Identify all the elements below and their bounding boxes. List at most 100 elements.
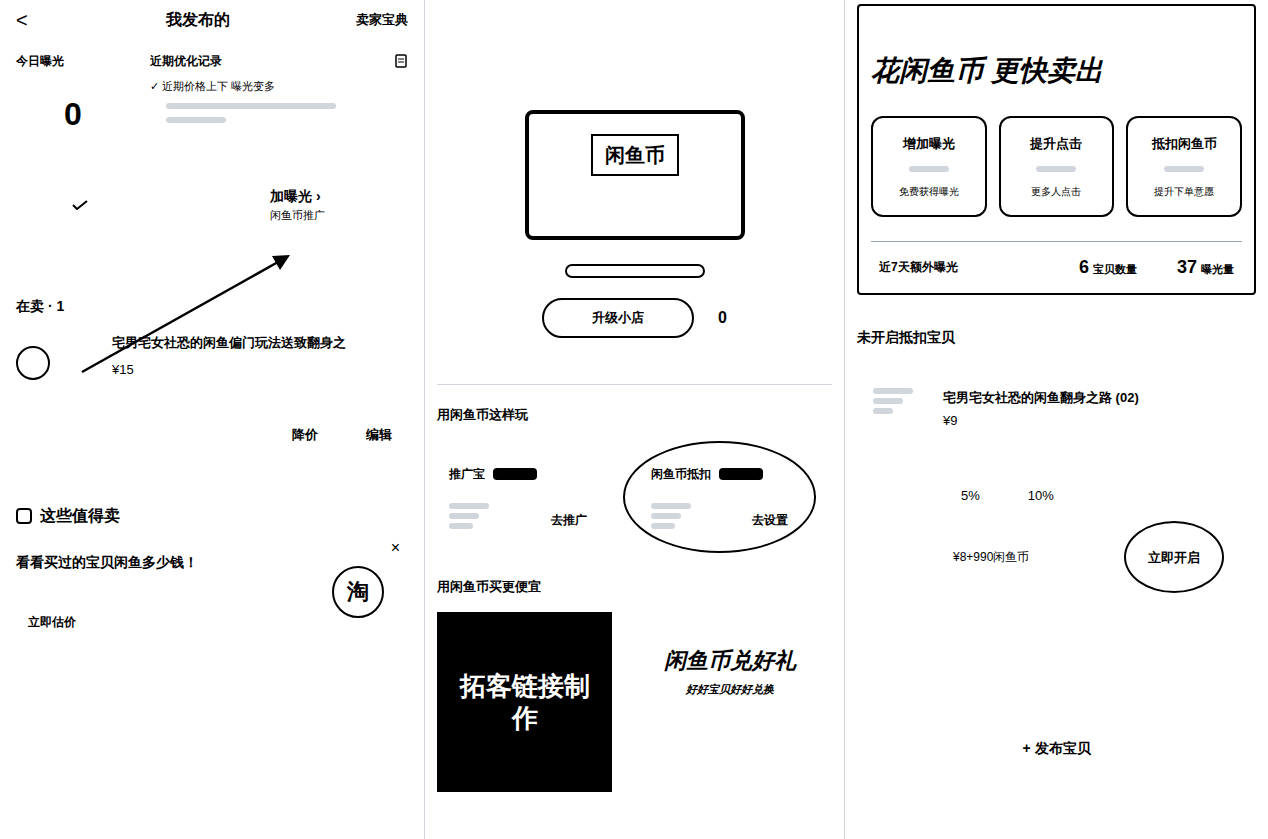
highlight-circle [1124,521,1224,593]
annotation-arrow-icon [0,0,425,839]
placeholder-line [909,166,949,172]
banner-title: 闲鱼币兑好礼 [664,644,796,677]
boost-title[interactable]: 加曝光 › [270,186,325,207]
stat-value: 37 [1177,254,1197,281]
item-title: 宅男宅女社恐的闲鱼翻身之路 (02) [943,388,1139,408]
feature-card[interactable]: 推广宝去推广 [437,465,599,529]
card-tag [493,468,537,480]
placeholder-line [1164,166,1204,172]
banner-subtitle: 好好宝贝好好兑换 [686,681,774,698]
feature-card[interactable]: 闲鱼币抵扣去设置 [639,465,801,529]
rate-option[interactable]: 5% [953,486,988,506]
middle-panel: 闲鱼币升级小店0用闲鱼币这样玩推广宝去推广闲鱼币抵扣去设置用闲鱼币买更便宜拓客链… [425,0,845,839]
publish-button[interactable]: + 发布宝贝 [1022,738,1090,759]
records-title[interactable]: 近期优化记录 [150,52,222,70]
card-lines [651,503,691,529]
benefit-cards: 增加曝光免费获得曝光提升点击更多人点击抵扣闲鱼币提升下单意愿 [871,116,1242,217]
placeholder-line [651,503,691,509]
item-action-button[interactable]: 降价 [292,425,318,445]
card-tag [719,468,763,480]
rate-options: 5% 10% [857,486,1256,506]
placeholder-line [449,513,479,519]
benefit-card: 抵扣闲鱼币提升下单意愿 [1126,116,1242,217]
banners: 拓客链接制作闲鱼币兑好礼好好宝贝好好兑换 [437,612,832,792]
benefit-title: 抵扣闲鱼币 [1152,134,1217,154]
benefit-card: 提升点击更多人点击 [999,116,1115,217]
shop-sign: 闲鱼币 [591,134,679,176]
banner-title: 拓客链接制作 [449,670,600,735]
item-title[interactable]: 宅男宅女社恐的闲鱼偏门玩法送致翻身之 [112,333,346,353]
placeholder-line [1036,166,1076,172]
benefit-box: 花闲鱼币 更快卖出增加曝光免费获得曝光提升点击更多人点击抵扣闲鱼币提升下单意愿近… [857,4,1256,295]
item-action-button[interactable]: 编辑 [366,425,392,445]
card-body: 去推广 [449,503,587,529]
item-actions: 降价 编辑 [16,425,408,445]
placeholder-line [651,513,681,519]
records-note: ✓ 近期价格上下 曝光变多 [150,78,408,95]
card-title: 闲鱼币抵扣 [651,465,711,483]
records: 近期优化记录 ✓ 近期价格上下 曝光变多 [150,52,408,138]
right-panel: 花闲鱼币 更快卖出增加曝光免费获得曝光提升点击更多人点击抵扣闲鱼币提升下单意愿近… [845,0,1268,839]
card-action-button[interactable]: 去推广 [551,511,587,529]
coin-count: 0 [718,306,727,330]
document-icon [394,54,408,68]
placeholder-line [166,103,336,109]
records-header: 近期优化记录 [150,52,408,70]
header: < 我发布的 卖家宝典 [16,0,408,40]
card-action-button[interactable]: 去设置 [752,511,788,529]
deduct-item[interactable]: 宅男宅女社恐的闲鱼翻身之路 (02) ¥9 [857,388,1256,438]
stat-value: 6 [1079,254,1089,281]
shop-building: 闲鱼币 [525,110,745,240]
card-title: 推广宝 [449,465,485,483]
card-body: 去设置 [651,503,789,529]
stat-unit: 宝贝数量 [1093,261,1137,278]
stats-label: 近7天额外曝光 [879,258,958,276]
stat: 6宝贝数量 [1079,254,1137,281]
card-header: 闲鱼币抵扣 [651,465,789,483]
stats-row: 今日曝光0近期优化记录✓ 近期价格上下 曝光变多 [16,52,408,138]
stat-unit: 曝光量 [1201,261,1234,278]
item-price: ¥15 [112,360,346,380]
placeholder-line [166,117,226,123]
benefit-desc: 更多人点击 [1031,184,1081,199]
buy-title: 用闲鱼币买更便宜 [437,577,832,597]
item-thumbnail [857,388,927,438]
taobao-logo: 淘 [332,566,384,618]
boost-subtitle: 闲鱼币推广 [270,207,325,224]
rate-option[interactable]: 10% [1020,486,1062,506]
boost-row: 加曝光 ›闲鱼币推广 [16,186,408,224]
placeholder-line [651,523,675,529]
estimate-button[interactable]: 立即估价 [16,613,198,631]
item-row[interactable]: 宅男宅女社恐的闲鱼偏门玩法送致翻身之 ¥15 [16,333,408,393]
banner[interactable]: 拓客链接制作 [437,612,612,792]
enable-button[interactable]: 立即开启 [1140,548,1208,568]
upgrade-row: 升级小店 0 [542,298,727,338]
exposure-value: 0 [16,90,82,138]
item-info: 宅男宅女社恐的闲鱼翻身之路 (02) ¥9 [943,388,1139,438]
banner[interactable]: 闲鱼币兑好礼好好宝贝好好兑换 [628,612,832,792]
worth-title: 这些值得卖 [40,504,120,528]
thumbnail-circle [16,346,50,380]
list-title: 未开启抵扣宝贝 [857,327,1256,348]
open-button-wrap: 立即开启 [1140,545,1208,569]
seller-guide-button[interactable]: 卖家宝典 [356,10,408,30]
deduct-row: ¥8+990闲鱼币 立即开启 [857,545,1256,569]
item-thumbnail [16,333,96,393]
item-price: ¥9 [943,411,1139,431]
upgrade-shop-button[interactable]: 升级小店 [542,298,694,338]
stat: 37曝光量 [1177,254,1234,281]
benefit-title: 增加曝光 [903,134,955,154]
item-info: 宅男宅女社恐的闲鱼偏门玩法送致翻身之 ¥15 [112,333,346,393]
worth-card: 看看买过的宝贝闲鱼多少钱！立即估价淘× [16,552,408,631]
placeholder-line [873,408,893,414]
close-button[interactable]: × [391,536,400,560]
deduct-text: ¥8+990闲鱼币 [953,548,1029,566]
page-title: 我发布的 [166,8,230,32]
card-header: 推广宝 [449,465,587,483]
spacer [857,569,1256,738]
back-button[interactable]: < [16,6,40,34]
left-panel: <我发布的卖家宝典今日曝光0近期优化记录✓ 近期价格上下 曝光变多加曝光 ›闲鱼… [0,0,425,839]
benefit-title: 提升点击 [1030,134,1082,154]
boost[interactable]: 加曝光 ›闲鱼币推广 [270,186,325,224]
section-title: 用闲鱼币这样玩 [437,405,832,425]
